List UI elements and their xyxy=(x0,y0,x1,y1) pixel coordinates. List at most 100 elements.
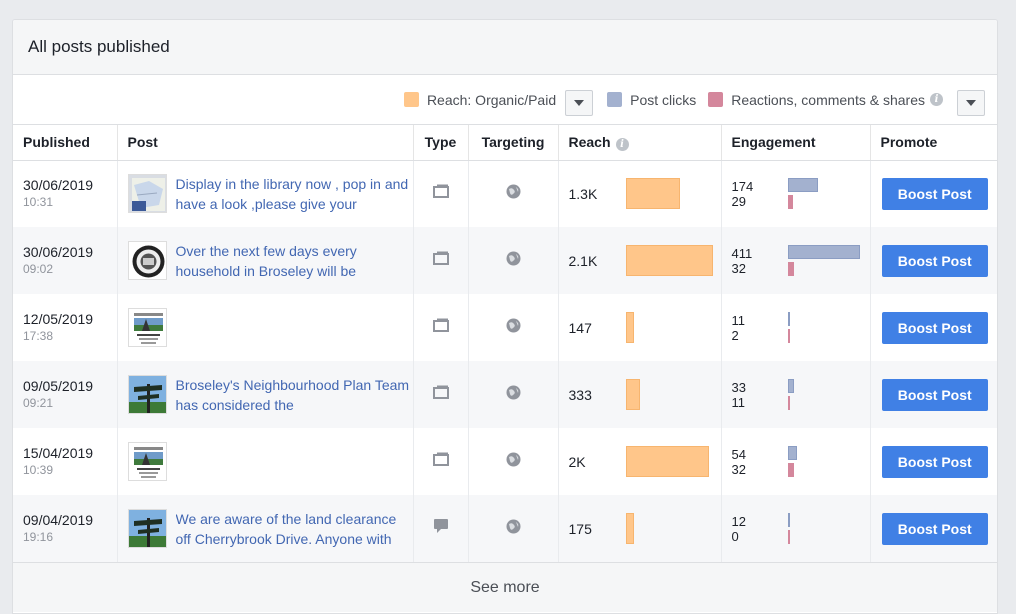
post-thumbnail[interactable] xyxy=(127,442,167,481)
globe-icon xyxy=(506,452,521,472)
table-row: 15/04/2019 10:39 2K 54 32 Boost Post xyxy=(13,428,997,495)
boost-post-button[interactable]: Boost Post xyxy=(881,311,988,344)
reach-value: 2.1K xyxy=(568,252,598,269)
status-icon xyxy=(433,518,449,539)
published-date: 30/06/2019 xyxy=(23,177,94,194)
reach-bar[interactable] xyxy=(625,379,640,410)
reach-bar[interactable] xyxy=(625,245,713,276)
legend-clicks: Post clicks xyxy=(607,92,696,108)
targeting-cell xyxy=(468,495,559,562)
panel-title: All posts published xyxy=(28,37,170,56)
promote-cell: Boost Post xyxy=(870,227,997,294)
legend-bar: Reach: Organic/Paid Post clicks Reaction… xyxy=(13,75,997,125)
reach-bar[interactable] xyxy=(625,513,634,544)
caret-down-icon xyxy=(574,99,585,106)
type-cell xyxy=(413,495,469,562)
post-thumbnail[interactable] xyxy=(127,375,167,414)
legend-reactions: Reactions, comments & shares i xyxy=(708,92,943,108)
published-date: 15/04/2019 xyxy=(23,445,94,461)
reactions-bar[interactable] xyxy=(787,463,794,477)
post-clicks-bar[interactable] xyxy=(787,446,797,460)
post-clicks-value: 411 xyxy=(731,245,753,261)
post-clicks-bar[interactable] xyxy=(787,513,790,527)
reach-dropdown-button[interactable] xyxy=(565,89,594,116)
post-clicks-value: 33 xyxy=(731,379,746,395)
see-more-button[interactable]: See more xyxy=(13,562,997,612)
post-cell[interactable] xyxy=(117,428,414,495)
published-time: 19:16 xyxy=(23,530,54,544)
published-time: 10:39 xyxy=(23,463,54,477)
reach-value: 333 xyxy=(568,386,592,403)
reach-bar[interactable] xyxy=(625,178,680,210)
post-link[interactable]: We are aware of the land clearance off C… xyxy=(176,509,413,549)
reactions-bar[interactable] xyxy=(787,195,793,210)
reactions-bar[interactable] xyxy=(787,329,790,343)
post-thumbnail[interactable] xyxy=(127,308,167,347)
post-clicks-bar[interactable] xyxy=(787,312,790,326)
reactions-value: 2 xyxy=(731,327,739,343)
globe-icon xyxy=(506,385,521,405)
promote-cell: Boost Post xyxy=(870,428,997,495)
post-link[interactable]: Broseley's Neighbourhood Plan Team has c… xyxy=(176,375,413,415)
post-cell[interactable] xyxy=(117,294,414,361)
reach-cell: 175 xyxy=(558,495,722,562)
post-thumbnail[interactable] xyxy=(127,241,167,280)
boost-post-button[interactable]: Boost Post xyxy=(881,244,988,277)
post-clicks-bar[interactable] xyxy=(787,245,860,259)
reactions-bar[interactable] xyxy=(787,530,790,544)
reach-bar[interactable] xyxy=(625,446,709,477)
posts-panel: All posts published Reach: Organic/Paid … xyxy=(12,19,998,614)
post-clicks-bar[interactable] xyxy=(787,178,818,193)
boost-post-button[interactable]: Boost Post xyxy=(881,177,988,210)
reactions-bar[interactable] xyxy=(787,262,794,276)
table-row: 09/05/2019 09:21 Broseley's Neighbourhoo… xyxy=(13,361,997,428)
published-time: 17:38 xyxy=(23,329,54,343)
reactions-bar[interactable] xyxy=(787,396,790,410)
post-link[interactable]: Over the next few days every household i… xyxy=(176,241,413,281)
engagement-dropdown-button[interactable] xyxy=(957,89,985,116)
engagement-cell: 12 0 xyxy=(721,495,871,562)
targeting-cell xyxy=(468,160,559,227)
table-row: 12/05/2019 17:38 147 11 2 Boost Post xyxy=(13,294,997,361)
engagement-cell: 11 2 xyxy=(721,294,871,361)
promote-cell: Boost Post xyxy=(870,160,997,227)
post-cell[interactable]: We are aware of the land clearance off C… xyxy=(117,495,414,562)
reach-value: 1.3K xyxy=(568,185,598,202)
caret-down-icon xyxy=(966,99,976,106)
promote-cell: Boost Post xyxy=(870,495,997,562)
post-thumbnail[interactable] xyxy=(127,509,167,548)
legend-reactions-label: Reactions, comments & shares xyxy=(731,91,925,108)
post-clicks-bar[interactable] xyxy=(787,379,794,393)
published-date: 09/05/2019 xyxy=(23,378,94,394)
post-clicks-value: 54 xyxy=(731,446,746,462)
table-row: 30/06/2019 09:02 Over the next few days … xyxy=(13,227,997,294)
type-cell xyxy=(413,227,469,294)
type-cell xyxy=(413,361,469,428)
reach-value: 2K xyxy=(568,453,586,470)
info-icon[interactable]: i xyxy=(930,93,943,106)
targeting-cell xyxy=(468,428,559,495)
boost-post-button[interactable]: Boost Post xyxy=(881,512,988,545)
info-icon[interactable]: i xyxy=(615,137,629,151)
published-cell: 30/06/2019 09:02 xyxy=(13,227,118,294)
boost-post-button[interactable]: Boost Post xyxy=(881,378,988,411)
globe-icon xyxy=(506,318,521,338)
post-clicks-value: 12 xyxy=(731,513,746,529)
type-cell xyxy=(413,294,469,361)
post-cell[interactable]: Broseley's Neighbourhood Plan Team has c… xyxy=(117,361,414,428)
post-cell[interactable]: Over the next few days every household i… xyxy=(117,227,414,294)
boost-post-button[interactable]: Boost Post xyxy=(881,445,988,478)
post-cell[interactable]: Display in the library now , pop in and … xyxy=(117,160,414,227)
post-thumbnail[interactable] xyxy=(127,174,167,214)
targeting-cell xyxy=(468,227,559,294)
post-link[interactable]: Display in the library now , pop in and … xyxy=(176,174,413,214)
col-engagement[interactable]: Engagement xyxy=(721,125,871,161)
reach-bar[interactable] xyxy=(625,312,634,343)
published-time: 09:02 xyxy=(23,262,54,276)
col-targeting: Targeting xyxy=(468,125,559,161)
clicks-swatch xyxy=(607,92,623,107)
published-cell: 30/06/2019 10:31 xyxy=(13,160,118,227)
col-published[interactable]: Published xyxy=(13,125,118,161)
col-reach[interactable]: Reach i xyxy=(558,125,722,161)
engagement-cell: 174 29 xyxy=(721,160,871,227)
